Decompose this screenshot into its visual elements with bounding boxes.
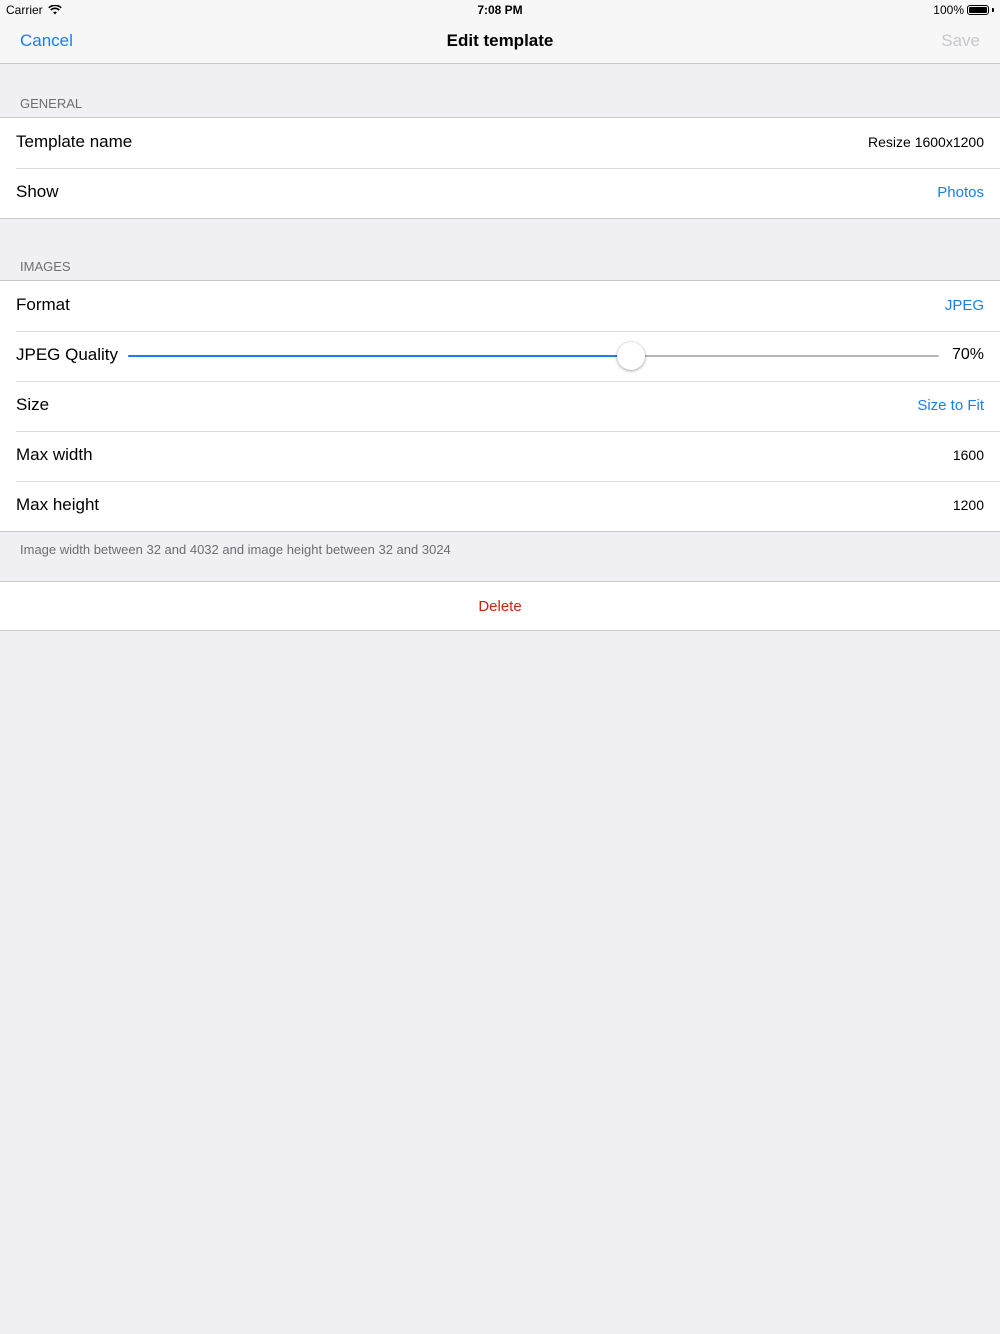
section-header-images: IMAGES xyxy=(20,259,71,274)
status-bar: Carrier 7:08 PM 100% xyxy=(0,0,1000,20)
template-name-value[interactable]: Resize 1600x1200 xyxy=(868,134,984,150)
size-label: Size xyxy=(16,395,50,414)
size-row[interactable]: Size Size to Fit xyxy=(0,381,1000,431)
battery-icon xyxy=(967,5,989,15)
template-name-row[interactable]: Template name Resize 1600x1200 xyxy=(0,118,1000,168)
jpeg-quality-value: 70% xyxy=(951,346,984,363)
max-height-label: Max height xyxy=(16,495,100,514)
section-header-general: GENERAL xyxy=(20,96,83,111)
jpeg-quality-slider[interactable] xyxy=(128,342,939,370)
size-value[interactable]: Size to Fit xyxy=(917,397,984,414)
battery-percent: 100% xyxy=(933,3,964,17)
format-value[interactable]: JPEG xyxy=(945,297,984,314)
show-row[interactable]: Show Photos xyxy=(0,168,1000,218)
max-width-label: Max width xyxy=(16,445,93,464)
format-label: Format xyxy=(16,295,70,314)
slider-thumb[interactable] xyxy=(616,342,645,370)
images-footer-note: Image width between 32 and 4032 and imag… xyxy=(20,542,451,557)
navigation-bar: Cancel Edit template Save xyxy=(0,20,1000,64)
delete-group: Delete xyxy=(0,581,1000,631)
jpeg-quality-row: JPEG Quality 70% xyxy=(0,331,1000,381)
slider-fill xyxy=(128,355,631,357)
show-label: Show xyxy=(16,182,59,201)
template-name-label: Template name xyxy=(16,132,133,151)
save-button[interactable]: Save xyxy=(941,31,980,51)
delete-button[interactable]: Delete xyxy=(0,598,1000,615)
battery-indicator: 100% xyxy=(933,3,994,17)
max-width-value[interactable]: 1600 xyxy=(953,447,984,463)
general-group: Template name Resize 1600x1200 Show Phot… xyxy=(0,117,1000,219)
max-width-row[interactable]: Max width 1600 xyxy=(0,431,1000,481)
page-title: Edit template xyxy=(446,31,554,50)
max-height-row[interactable]: Max height 1200 xyxy=(0,481,1000,531)
jpeg-quality-label: JPEG Quality xyxy=(16,345,119,364)
format-row[interactable]: Format JPEG xyxy=(0,281,1000,331)
status-time: 7:08 PM xyxy=(477,3,523,17)
show-value[interactable]: Photos xyxy=(937,184,984,201)
images-group: Format JPEG JPEG Quality 70% Size Size t… xyxy=(0,280,1000,532)
max-height-value[interactable]: 1200 xyxy=(953,497,984,513)
